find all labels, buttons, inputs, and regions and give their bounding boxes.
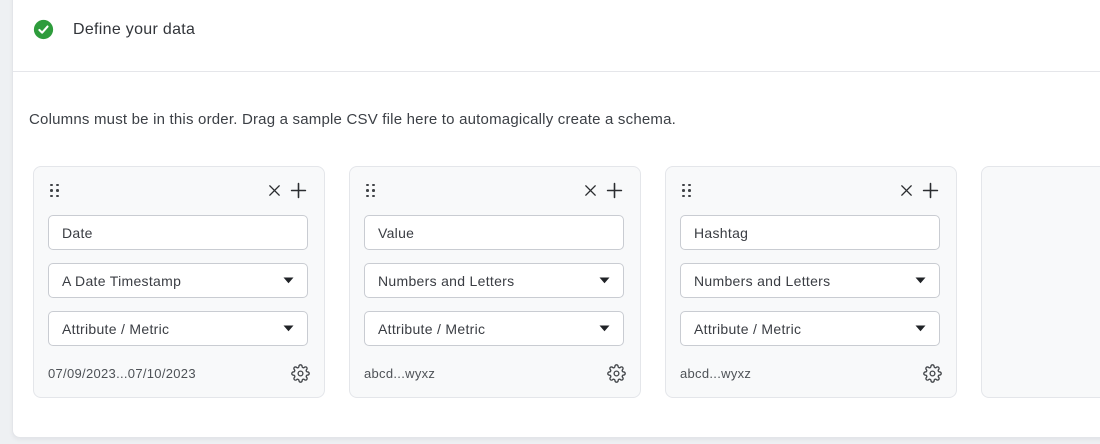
caret-down-icon [283, 325, 294, 332]
gear-icon [291, 364, 310, 383]
attribute-metric-value: Attribute / Metric [694, 321, 801, 337]
data-type-select[interactable]: Numbers and Letters [364, 263, 624, 298]
caret-down-icon [915, 277, 926, 284]
column-card: A Date Timestamp Attribute / Metric 07/0… [33, 166, 325, 398]
panel-header: Define your data [33, 19, 195, 40]
column-card: Numbers and Letters Attribute / Metric a… [665, 166, 957, 398]
define-data-panel: Define your data Columns must be in this… [12, 0, 1100, 438]
sample-range-label: abcd...wyxz [680, 366, 751, 381]
add-column-button[interactable] [606, 182, 623, 199]
card-actions [267, 182, 307, 199]
drag-handle-icon[interactable] [366, 184, 375, 198]
card-footer: abcd...wyxz [680, 363, 942, 383]
caret-down-icon [915, 325, 926, 332]
column-card: Numbers and Letters Attribute / Metric a… [349, 166, 641, 398]
empty-column-card [981, 166, 1100, 398]
remove-column-button[interactable] [899, 183, 914, 198]
attribute-metric-select[interactable]: Attribute / Metric [680, 311, 940, 346]
card-header [50, 180, 307, 201]
sample-range-label: 07/09/2023...07/10/2023 [48, 366, 196, 381]
caret-down-icon [599, 325, 610, 332]
remove-column-button[interactable] [583, 183, 598, 198]
card-header [682, 180, 939, 201]
card-actions [899, 182, 939, 199]
gear-icon [607, 364, 626, 383]
column-settings-button[interactable] [291, 364, 310, 383]
card-footer: abcd...wyxz [364, 363, 626, 383]
remove-column-button[interactable] [267, 183, 282, 198]
plus-icon [922, 182, 939, 199]
section-title: Define your data [73, 21, 195, 39]
column-cards-row: A Date Timestamp Attribute / Metric 07/0… [33, 166, 1100, 398]
check-circle-icon [33, 19, 54, 40]
add-column-button[interactable] [290, 182, 307, 199]
add-column-button[interactable] [922, 182, 939, 199]
x-icon [267, 183, 282, 198]
drag-handle-icon[interactable] [682, 184, 691, 198]
card-footer: 07/09/2023...07/10/2023 [48, 363, 310, 383]
x-icon [899, 183, 914, 198]
data-type-value: Numbers and Letters [378, 273, 514, 289]
gear-icon [923, 364, 942, 383]
drag-handle-icon[interactable] [50, 184, 59, 198]
caret-down-icon [599, 277, 610, 284]
card-actions [583, 182, 623, 199]
attribute-metric-select[interactable]: Attribute / Metric [48, 311, 308, 346]
attribute-metric-select[interactable]: Attribute / Metric [364, 311, 624, 346]
column-name-input[interactable] [364, 215, 624, 250]
instruction-text: Columns must be in this order. Drag a sa… [29, 109, 676, 131]
column-settings-button[interactable] [923, 364, 942, 383]
attribute-metric-value: Attribute / Metric [62, 321, 169, 337]
header-divider [13, 71, 1100, 72]
data-type-select[interactable]: A Date Timestamp [48, 263, 308, 298]
data-type-value: A Date Timestamp [62, 273, 181, 289]
data-type-select[interactable]: Numbers and Letters [680, 263, 940, 298]
column-settings-button[interactable] [607, 364, 626, 383]
x-icon [583, 183, 598, 198]
data-type-value: Numbers and Letters [694, 273, 830, 289]
column-name-input[interactable] [680, 215, 940, 250]
attribute-metric-value: Attribute / Metric [378, 321, 485, 337]
column-name-input[interactable] [48, 215, 308, 250]
card-header [366, 180, 623, 201]
plus-icon [606, 182, 623, 199]
sample-range-label: abcd...wyxz [364, 366, 435, 381]
plus-icon [290, 182, 307, 199]
caret-down-icon [283, 277, 294, 284]
